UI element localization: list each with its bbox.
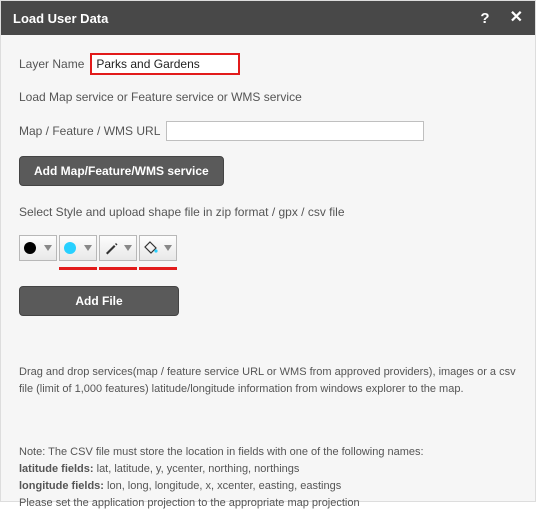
- chevron-down-icon: [124, 245, 132, 251]
- url-label: Map / Feature / WMS URL: [19, 120, 160, 142]
- note-line-4: Please set the application projection to…: [19, 495, 517, 512]
- circle-cyan-icon: [64, 242, 76, 254]
- line-style-picker[interactable]: [99, 235, 137, 261]
- service-url-input[interactable]: [166, 121, 424, 141]
- dialog-title: Load User Data: [13, 11, 108, 26]
- pen-icon: [104, 241, 118, 255]
- dialog-titlebar: Load User Data ? ✕: [1, 1, 535, 35]
- add-file-button[interactable]: Add File: [19, 286, 179, 316]
- longitude-fields-label: longitude fields:: [19, 480, 104, 492]
- layer-name-label: Layer Name: [19, 53, 84, 75]
- style-picker-row: [19, 235, 517, 261]
- layer-name-input[interactable]: [90, 53, 240, 75]
- note-line-1: Note: The CSV file must store the locati…: [19, 444, 517, 461]
- point-color-picker[interactable]: [19, 235, 57, 261]
- help-icon[interactable]: ?: [480, 10, 489, 27]
- load-user-data-dialog: Load User Data ? ✕ Layer Name Load Map s…: [0, 0, 536, 502]
- add-service-button[interactable]: Add Map/Feature/WMS service: [19, 156, 224, 186]
- chevron-down-icon: [44, 245, 52, 251]
- latitude-fields-label: latitude fields:: [19, 463, 94, 475]
- fill-color-picker[interactable]: [59, 235, 97, 261]
- paint-bucket-icon: [144, 241, 158, 255]
- chevron-down-icon: [164, 245, 172, 251]
- chevron-down-icon: [84, 245, 92, 251]
- fill-style-picker[interactable]: [139, 235, 177, 261]
- style-hint-text: Select Style and upload shape file in zi…: [19, 204, 517, 221]
- drag-drop-info: Drag and drop services(map / feature ser…: [19, 364, 517, 398]
- circle-black-icon: [24, 242, 36, 254]
- service-hint-text: Load Map service or Feature service or W…: [19, 89, 517, 106]
- close-icon[interactable]: ✕: [510, 10, 523, 26]
- longitude-fields-values: lon, long, longitude, x, xcenter, eastin…: [104, 480, 341, 492]
- latitude-fields-values: lat, latitude, y, ycenter, northing, nor…: [94, 463, 300, 475]
